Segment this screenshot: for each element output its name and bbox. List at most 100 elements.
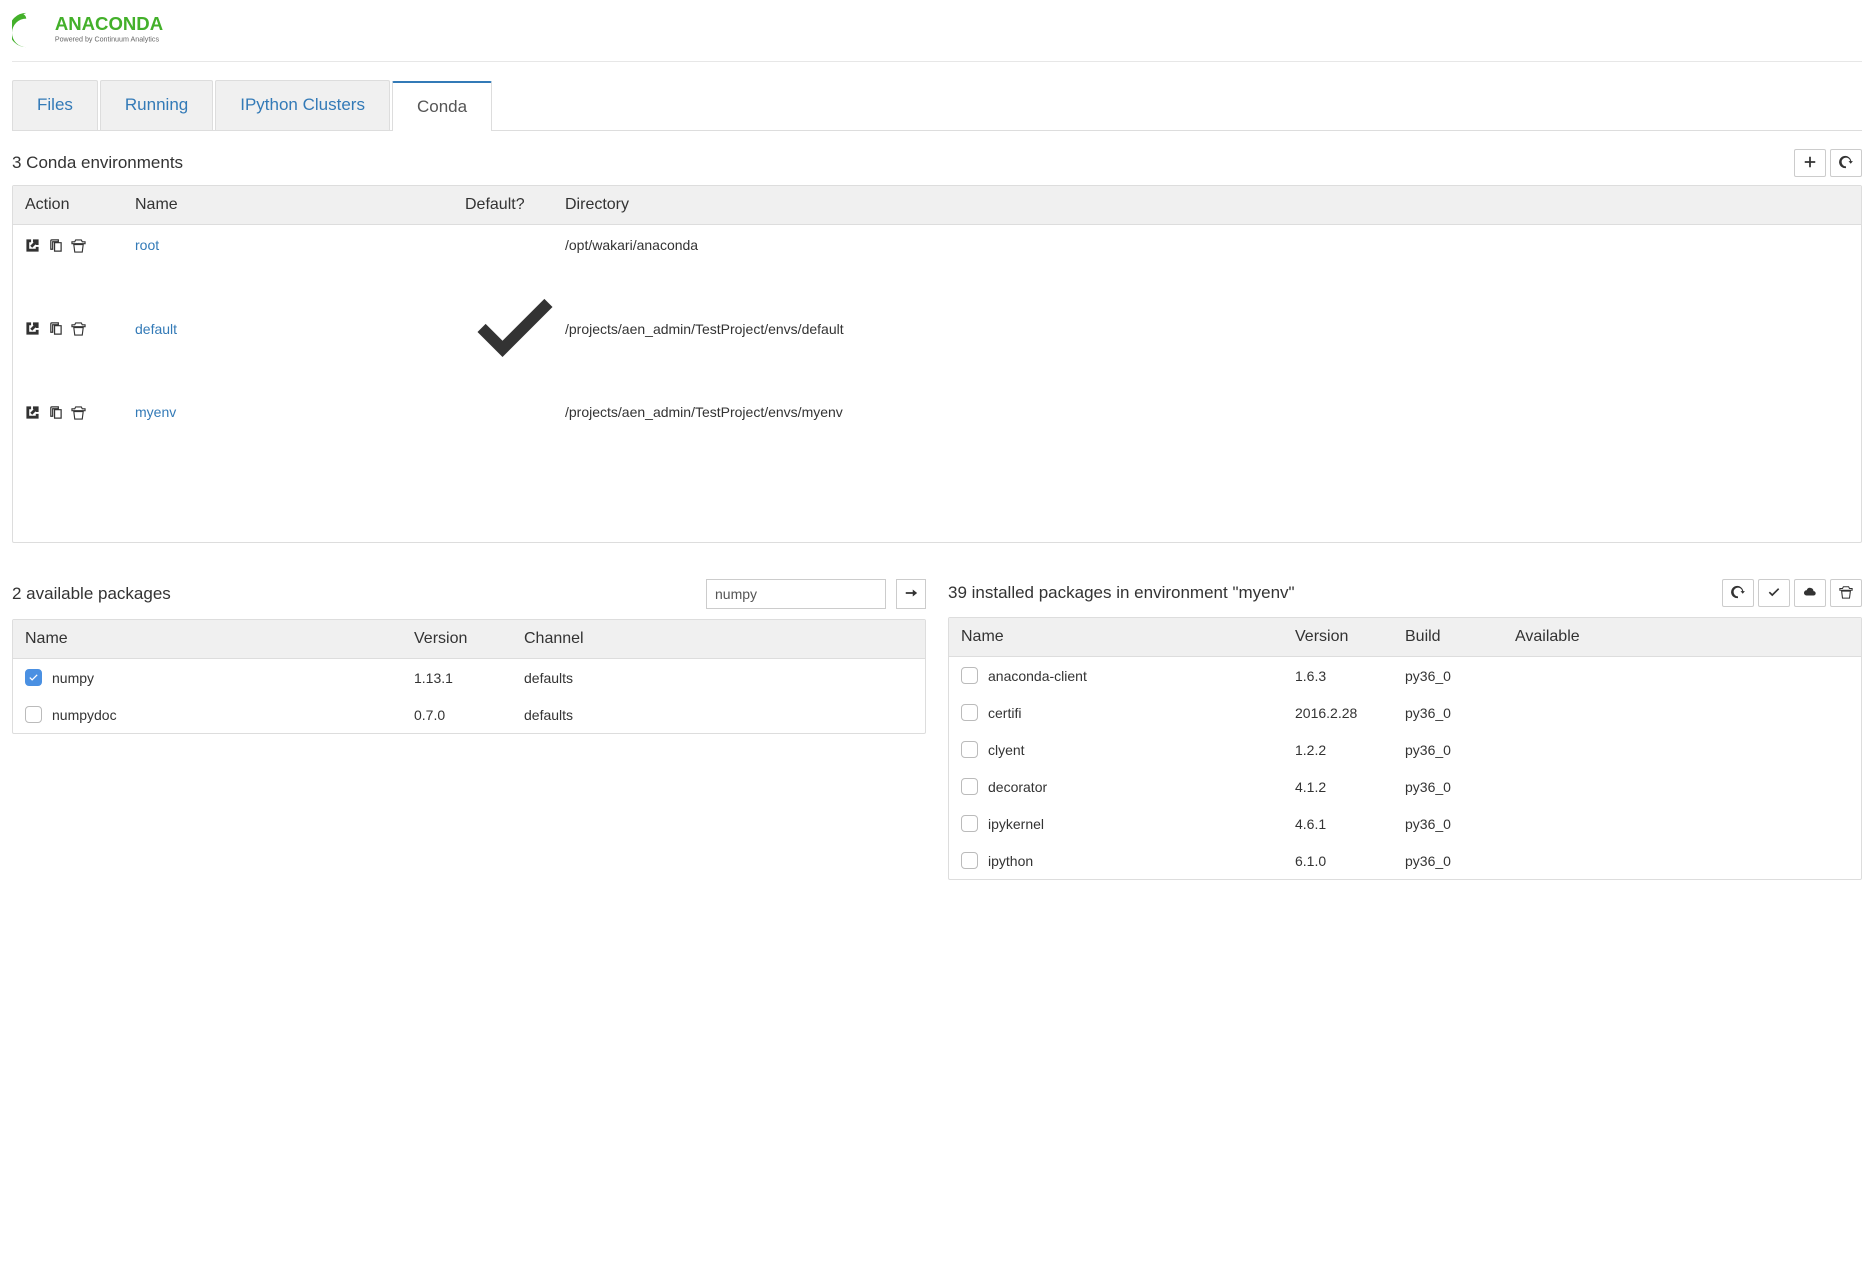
installed-table: Name Version Build Available anaconda-cl… xyxy=(948,617,1862,880)
pkg-build: py36_0 xyxy=(1405,816,1515,832)
inst-col-name: Name xyxy=(961,628,1295,646)
plus-icon xyxy=(1803,155,1817,172)
pkg-name: ipython xyxy=(988,853,1033,869)
pkg-checkbox[interactable] xyxy=(961,778,978,795)
avail-col-name: Name xyxy=(25,630,414,648)
installed-row: certifi 2016.2.28 py36_0 xyxy=(949,694,1861,731)
add-env-button[interactable] xyxy=(1794,149,1826,177)
env-row: myenv /projects/aen_admin/TestProject/en… xyxy=(13,392,1861,432)
pkg-version: 6.1.0 xyxy=(1295,853,1405,869)
available-row: numpydoc 0.7.0 defaults xyxy=(13,696,925,733)
pkg-name: anaconda-client xyxy=(988,668,1087,684)
pkg-checkbox[interactable] xyxy=(961,852,978,869)
search-submit-button[interactable] xyxy=(896,579,926,609)
env-name-link[interactable]: root xyxy=(135,237,465,253)
env-default-cell xyxy=(465,277,565,380)
brand-name: ANACONDA xyxy=(55,13,163,34)
env-col-name: Name xyxy=(135,196,465,214)
installed-row: anaconda-client 1.6.3 py36_0 xyxy=(949,657,1861,694)
open-env-icon[interactable] xyxy=(25,321,40,336)
pkg-name: numpy xyxy=(52,670,94,686)
tab-running[interactable]: Running xyxy=(100,80,213,130)
avail-col-version: Version xyxy=(414,630,524,648)
installed-row: clyent 1.2.2 py36_0 xyxy=(949,731,1861,768)
clone-env-icon[interactable] xyxy=(48,321,63,336)
pkg-checkbox[interactable] xyxy=(961,704,978,721)
refresh-installed-button[interactable] xyxy=(1722,579,1754,607)
trash-icon xyxy=(1839,585,1853,602)
installed-row: decorator 4.1.2 py36_0 xyxy=(949,768,1861,805)
delete-installed-button[interactable] xyxy=(1830,579,1862,607)
delete-env-icon[interactable] xyxy=(71,405,86,420)
env-name-link[interactable]: default xyxy=(135,321,465,337)
pkg-build: py36_0 xyxy=(1405,742,1515,758)
pkg-checkbox[interactable] xyxy=(25,669,42,686)
env-directory: /projects/aen_admin/TestProject/envs/mye… xyxy=(565,404,1849,420)
env-col-action: Action xyxy=(25,196,135,214)
clone-env-icon[interactable] xyxy=(48,238,63,253)
env-col-directory: Directory xyxy=(565,196,1849,214)
tab-conda[interactable]: Conda xyxy=(392,81,492,131)
env-row: default /projects/aen_admin/TestProject/… xyxy=(13,265,1861,392)
check-icon xyxy=(1767,585,1781,602)
env-directory: /projects/aen_admin/TestProject/envs/def… xyxy=(565,321,1849,337)
avail-col-channel: Channel xyxy=(524,630,913,648)
update-cloud-button[interactable] xyxy=(1794,579,1826,607)
refresh-icon xyxy=(1839,155,1853,172)
pkg-build: py36_0 xyxy=(1405,668,1515,684)
env-table: Action Name Default? Directory root /opt… xyxy=(12,185,1862,543)
pkg-version: 1.6.3 xyxy=(1295,668,1405,684)
clone-env-icon[interactable] xyxy=(48,405,63,420)
cloud-download-icon xyxy=(1803,585,1817,602)
pkg-version: 0.7.0 xyxy=(414,707,524,723)
delete-env-icon[interactable] xyxy=(71,321,86,336)
pkg-build: py36_0 xyxy=(1405,705,1515,721)
pkg-channel: defaults xyxy=(524,707,913,723)
tabs: Files Running IPython Clusters Conda xyxy=(12,80,1862,131)
pkg-name: numpydoc xyxy=(52,707,117,723)
open-env-icon[interactable] xyxy=(25,238,40,253)
env-name-link[interactable]: myenv xyxy=(135,404,465,420)
env-col-default: Default? xyxy=(465,196,565,214)
arrow-right-icon xyxy=(904,586,918,603)
tab-ipython-clusters[interactable]: IPython Clusters xyxy=(215,80,390,130)
env-row: root /opt/wakari/anaconda xyxy=(13,225,1861,265)
pkg-checkbox[interactable] xyxy=(961,815,978,832)
available-table: Name Version Channel numpy 1.13.1 defaul… xyxy=(12,619,926,734)
pkg-version: 4.6.1 xyxy=(1295,816,1405,832)
pkg-build: py36_0 xyxy=(1405,853,1515,869)
pkg-name: decorator xyxy=(988,779,1047,795)
open-env-icon[interactable] xyxy=(25,405,40,420)
installed-row: ipython 6.1.0 py36_0 xyxy=(949,842,1861,879)
pkg-name: certifi xyxy=(988,705,1021,721)
pkg-channel: defaults xyxy=(524,670,913,686)
refresh-icon xyxy=(1731,585,1745,602)
inst-col-available: Available xyxy=(1515,628,1849,646)
pkg-version: 4.1.2 xyxy=(1295,779,1405,795)
check-icon xyxy=(465,364,565,380)
installed-title: 39 installed packages in environment "my… xyxy=(948,583,1295,603)
pkg-version: 1.13.1 xyxy=(414,670,524,686)
tab-files[interactable]: Files xyxy=(12,80,98,130)
delete-env-icon[interactable] xyxy=(71,238,86,253)
pkg-build: py36_0 xyxy=(1405,779,1515,795)
installed-row: ipykernel 4.6.1 py36_0 xyxy=(949,805,1861,842)
env-count-title: 3 Conda environments xyxy=(12,153,183,173)
header: ANACONDA Powered by Continuum Analytics xyxy=(12,0,1862,62)
available-row: numpy 1.13.1 defaults xyxy=(13,659,925,696)
brand-tagline: Powered by Continuum Analytics xyxy=(55,35,160,43)
search-input[interactable] xyxy=(706,579,886,609)
env-directory: /opt/wakari/anaconda xyxy=(565,237,1849,253)
pkg-name: ipykernel xyxy=(988,816,1044,832)
anaconda-logo: ANACONDA Powered by Continuum Analytics xyxy=(12,10,226,53)
pkg-checkbox[interactable] xyxy=(961,667,978,684)
pkg-checkbox[interactable] xyxy=(961,741,978,758)
inst-col-build: Build xyxy=(1405,628,1515,646)
available-title: 2 available packages xyxy=(12,584,171,604)
refresh-env-button[interactable] xyxy=(1830,149,1862,177)
pkg-name: clyent xyxy=(988,742,1025,758)
pkg-checkbox[interactable] xyxy=(25,706,42,723)
pkg-version: 2016.2.28 xyxy=(1295,705,1405,721)
inst-col-version: Version xyxy=(1295,628,1405,646)
check-updates-button[interactable] xyxy=(1758,579,1790,607)
